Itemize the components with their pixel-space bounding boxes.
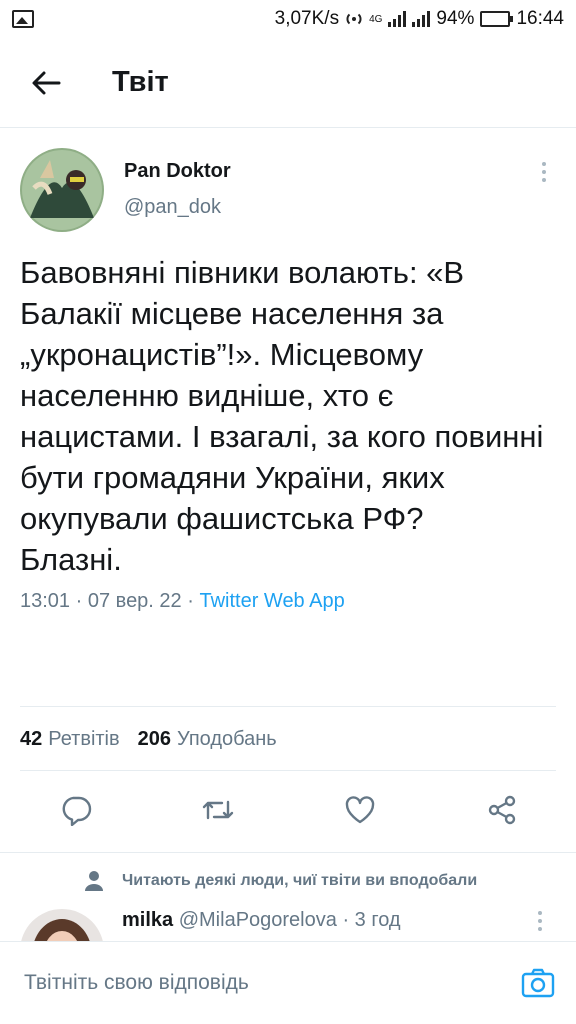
reply-author-handle[interactable]: @MilaPogorelova bbox=[179, 909, 337, 931]
tweet-date: 07 вер. 22 bbox=[87, 590, 182, 612]
camera-icon bbox=[521, 968, 555, 998]
clock: 16:44 bbox=[516, 8, 564, 29]
likes-label: Уподобань bbox=[177, 728, 277, 750]
divider bbox=[20, 706, 556, 707]
author-name[interactable]: Pan Doktor bbox=[124, 160, 231, 183]
battery-icon bbox=[480, 11, 514, 27]
reply-button[interactable] bbox=[56, 790, 96, 830]
reply-separator: · bbox=[342, 909, 350, 931]
tweet-actions bbox=[20, 790, 556, 830]
avatar[interactable] bbox=[20, 148, 104, 232]
more-options-icon[interactable] bbox=[534, 162, 554, 182]
retweet-icon bbox=[202, 800, 234, 820]
signal-2-icon bbox=[412, 11, 431, 27]
battery-percent: 94% bbox=[436, 8, 475, 29]
section-divider bbox=[0, 852, 576, 853]
share-icon bbox=[488, 795, 516, 825]
network-type: 4G bbox=[369, 13, 383, 25]
reply-more-options-icon[interactable] bbox=[530, 911, 550, 931]
share-button[interactable] bbox=[482, 790, 522, 830]
retweets-count: 42 bbox=[20, 728, 43, 750]
tweet-stats: 42 Ретвітів 206 Уподобань bbox=[20, 728, 277, 751]
status-bar: 3,07K/s 4G 94% 16:44 bbox=[0, 0, 576, 38]
likes-stat[interactable]: 206 Уподобань bbox=[138, 728, 277, 751]
social-context-text: Читають деякі люди, чиї твіти ви вподоба… bbox=[122, 872, 478, 889]
signal-icon bbox=[388, 11, 407, 27]
heart-icon bbox=[345, 796, 375, 824]
reply-icon bbox=[62, 796, 92, 826]
tweet-meta: 13:01 · 07 вер. 22 · Twitter Web App bbox=[20, 590, 560, 613]
back-button[interactable] bbox=[16, 53, 76, 113]
reply-time: 3 год bbox=[354, 909, 401, 931]
reply-input[interactable] bbox=[24, 971, 484, 995]
social-context: Читають деякі люди, чиї твіти ви вподоба… bbox=[84, 870, 477, 892]
reply-tweet[interactable]: milka @MilaPogorelova · 3 год bbox=[20, 905, 556, 941]
tweet-source-link[interactable]: Twitter Web App bbox=[199, 590, 344, 612]
page-title: Твіт bbox=[112, 66, 169, 98]
network-speed: 3,07K/s bbox=[274, 8, 340, 29]
meta-separator: · bbox=[75, 590, 83, 612]
author-handle[interactable]: @pan_dok bbox=[124, 196, 231, 219]
tweet-text: Бавовняні півники волають: «В Балакії мі… bbox=[20, 255, 544, 577]
tweet: Pan Doktor @pan_dok Бавовняні півники во… bbox=[20, 148, 560, 613]
like-button[interactable] bbox=[340, 790, 380, 830]
meta-separator-2: · bbox=[187, 590, 194, 612]
person-icon bbox=[85, 871, 103, 891]
arrow-left-icon bbox=[32, 71, 61, 94]
reply-author-name[interactable]: milka bbox=[122, 909, 173, 931]
retweets-stat[interactable]: 42 Ретвітів bbox=[20, 728, 120, 751]
app-header: Твіт bbox=[0, 38, 576, 128]
tweet-author: Pan Doktor @pan_dok bbox=[20, 148, 560, 240]
reply-avatar[interactable] bbox=[20, 909, 104, 941]
reply-composer bbox=[0, 941, 576, 1024]
camera-button[interactable] bbox=[520, 965, 556, 1001]
tweet-time: 13:01 bbox=[20, 590, 71, 612]
likes-count: 206 bbox=[137, 728, 172, 750]
reply-header: milka @MilaPogorelova · 3 год bbox=[122, 909, 401, 932]
retweet-button[interactable] bbox=[198, 790, 238, 830]
image-notification-icon bbox=[12, 10, 34, 28]
divider-2 bbox=[20, 770, 556, 771]
hotspot-icon bbox=[346, 13, 362, 25]
retweets-label: Ретвітів bbox=[48, 728, 120, 750]
